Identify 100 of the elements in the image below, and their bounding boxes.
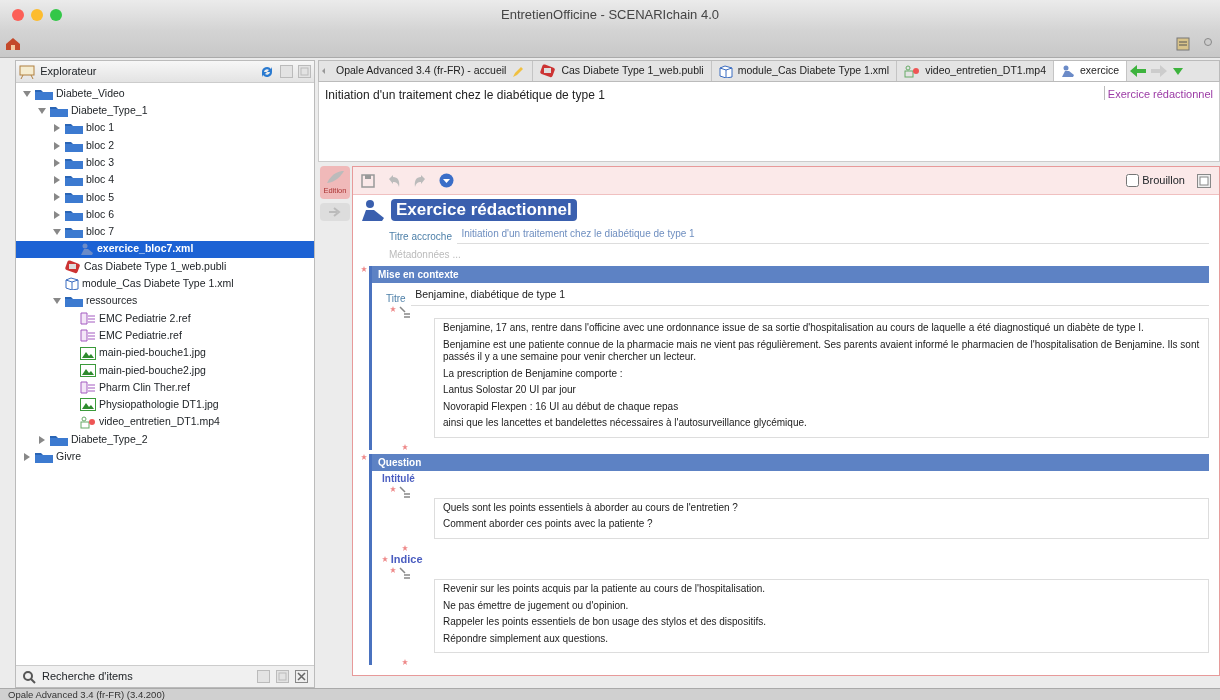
tree-item[interactable]: video_entretien_DT1.mp4	[16, 413, 314, 431]
field-label: Titre accroche	[389, 229, 452, 244]
tree-item[interactable]: Diabete_Video	[16, 85, 314, 103]
text-tool-icon[interactable]	[398, 567, 411, 579]
dropdown-icon[interactable]	[1172, 66, 1183, 76]
tree-item[interactable]: EMC Pediatrie.ref	[16, 327, 314, 345]
required-icon	[361, 453, 367, 460]
tree-item[interactable]: Pharm Clin Ther.ref	[16, 379, 314, 397]
folder-icon	[65, 174, 83, 187]
cube-icon	[718, 64, 733, 78]
text-block: Benjamine, 17 ans, rentre dans l'officine avec une ordonnance issue de sa sortie d'hospitalisation au cours de laquelle a été diagnostiqué un diabète de type I. Benjamine est une patiente connue de la pharmacie mais ne vient pas régulièrement. Ses parents avaient informé le pharmacien de l'hospitalisation de Benjamine. Ils sont passés il y a une semaine pour venir chercher un lecteur. La prescription de Benjamine comporte : Lantus Solostar 20 UI par jour Novorapid Flexpen : 16 UI au début de chaque repas ainsi que les lancettes et bandelettes nécessaires à l'autosurveillance glycémique.	[434, 318, 1209, 438]
folder-icon	[35, 87, 53, 100]
editor-tab[interactable]: exercice	[1054, 61, 1128, 81]
draft-checkbox[interactable]	[1126, 174, 1140, 187]
close-icon[interactable]	[295, 670, 308, 683]
refresh-icon[interactable]	[260, 64, 275, 79]
item-title: Initiation d'un traitement chez le diabétique de type 1	[325, 87, 605, 104]
tree-item[interactable]: bloc 1	[16, 119, 314, 137]
reference-icon	[80, 312, 96, 325]
section-header: Mise en contexte	[372, 265, 1209, 283]
required-icon	[402, 659, 408, 666]
person-icon	[1061, 65, 1076, 77]
save-icon[interactable]	[361, 173, 375, 188]
tree-item[interactable]: Diabete_Type_2	[16, 430, 314, 449]
window-control-icon[interactable]	[50, 9, 62, 21]
text-block: Quels sont les points essentiels à aborder au cours de l'entretien ? Comment aborder ces points avec la patiente ?	[434, 497, 1209, 539]
tree-item[interactable]: bloc 7	[16, 223, 314, 241]
publication-icon	[65, 259, 81, 274]
person-icon	[361, 199, 387, 221]
tree-item[interactable]: bloc 6	[16, 206, 314, 224]
arrow-icon	[328, 206, 342, 219]
reference-icon	[80, 329, 96, 343]
feather-icon	[324, 169, 346, 185]
home-icon[interactable]	[5, 37, 20, 50]
notepad-icon[interactable]	[1175, 36, 1190, 51]
window-control-icon[interactable]	[12, 9, 24, 21]
text-block: Revenir sur les points acquis par la patiente au cours de l'hospitalisation. Ne pas émettre de jugement ou d'opinion. Rappeler les points essentiels de bon usage des stylos et des dispositifs. Répondre simplement aux questions.	[434, 579, 1209, 653]
image-icon	[80, 346, 96, 360]
item-type-label: Exercice rédactionnel	[1103, 86, 1213, 100]
tree-item[interactable]: main-pied-bouche1.jpg	[16, 344, 314, 362]
image-icon	[80, 363, 96, 377]
checkbox-label: Brouillon	[1142, 173, 1185, 189]
title-field[interactable]: Benjamine, diabétique de type 1	[411, 285, 1209, 306]
tree-item[interactable]: bloc 4	[16, 171, 314, 189]
search-icon	[22, 669, 36, 684]
required-icon	[382, 555, 388, 562]
folder-icon	[65, 139, 83, 152]
expanded-icon[interactable]	[53, 228, 61, 236]
required-icon	[402, 443, 408, 450]
folder-icon	[50, 433, 68, 446]
required-icon	[390, 567, 396, 573]
folder-icon	[65, 122, 83, 135]
section-label: Indice	[390, 551, 423, 567]
field-label: Titre	[386, 292, 406, 306]
section-header: Question	[372, 453, 1209, 471]
panel-title: Explorateur	[40, 64, 98, 80]
expanded-icon[interactable]	[53, 297, 61, 306]
folder-icon	[65, 208, 83, 221]
window-title: EntretienOfficine - SCENARIchain 4.0	[501, 6, 720, 24]
tree-item[interactable]: EMC Pediatrie 2.ref	[16, 309, 314, 328]
folder-icon	[65, 156, 83, 169]
tree-item[interactable]: Diabete_Type_1	[16, 102, 314, 120]
video-icon	[904, 64, 921, 78]
cube-icon	[65, 277, 79, 291]
tree-item[interactable]: bloc 2	[16, 136, 314, 155]
folder-icon	[65, 295, 83, 308]
back-arrow-icon[interactable]	[1129, 64, 1146, 78]
tree-item[interactable]: ressources	[16, 292, 314, 310]
tree-item[interactable]: main-pied-bouche2.jpg	[16, 361, 314, 380]
easel-icon	[18, 64, 35, 79]
window-icon[interactable]	[1197, 173, 1211, 188]
status-bar: Opale Advanced 3.4 (fr-FR) (3.4.200)	[0, 688, 1220, 700]
text-tool-icon[interactable]	[398, 485, 411, 498]
pencil-icon	[511, 64, 526, 78]
required-icon	[390, 306, 396, 312]
section-label: Intitulé	[382, 471, 415, 486]
panel-title: Recherche d'items	[42, 669, 134, 685]
folder-icon	[65, 226, 83, 238]
required-icon	[402, 544, 408, 551]
tree-item[interactable]: bloc 5	[16, 188, 314, 207]
required-icon	[390, 485, 396, 492]
exercise-heading: Exercice rédactionnel	[391, 199, 577, 221]
folder-icon	[50, 104, 68, 117]
video-icon	[80, 415, 96, 429]
tree-item[interactable]: module_Cas Diabete Type 1.xml	[16, 275, 314, 293]
text-tool-icon[interactable]	[398, 306, 411, 318]
folder-icon	[35, 450, 53, 463]
person-icon	[80, 243, 94, 256]
tree-item[interactable]: Cas Diabete Type 1_web.publi	[16, 257, 314, 276]
required-icon	[361, 265, 367, 272]
tree-item[interactable]: Physiopathologie DT1.jpg	[16, 396, 314, 414]
menu-down-icon[interactable]	[439, 173, 454, 188]
tree-item[interactable]: exercice_bloc7.xml	[16, 240, 314, 258]
image-icon	[80, 398, 96, 412]
tree-item[interactable]: Givre	[16, 448, 314, 466]
tree-item[interactable]: bloc 3	[16, 154, 314, 172]
reference-icon	[80, 381, 96, 395]
folder-icon	[65, 191, 83, 204]
hook-title-field[interactable]: Initiation d'un traitement chez le diabétique de type 1	[457, 223, 1209, 244]
publication-icon	[540, 64, 557, 78]
